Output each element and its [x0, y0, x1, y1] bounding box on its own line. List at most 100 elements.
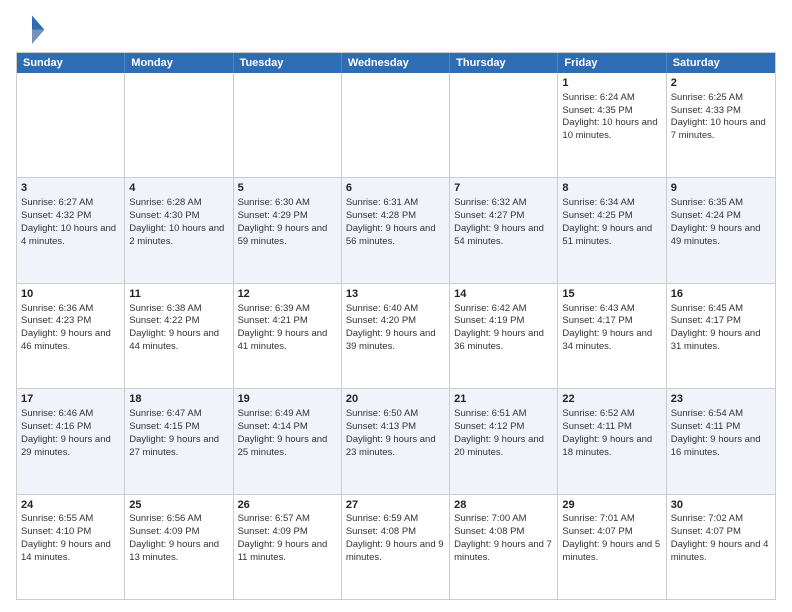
calendar-cell: 4Sunrise: 6:28 AMSunset: 4:30 PMDaylight…: [125, 178, 233, 282]
day-number: 22: [562, 392, 661, 407]
calendar-cell: 28Sunrise: 7:00 AMSunset: 4:08 PMDayligh…: [450, 495, 558, 599]
logo: [16, 12, 52, 44]
day-number: 25: [129, 498, 228, 513]
sunrise-text: Sunrise: 6:57 AM: [238, 513, 337, 526]
day-number: 29: [562, 498, 661, 513]
calendar-cell: 11Sunrise: 6:38 AMSunset: 4:22 PMDayligh…: [125, 284, 233, 388]
calendar-cell: 19Sunrise: 6:49 AMSunset: 4:14 PMDayligh…: [234, 389, 342, 493]
sunset-text: Sunset: 4:12 PM: [454, 421, 553, 434]
sunset-text: Sunset: 4:22 PM: [129, 315, 228, 328]
calendar-cell: 3Sunrise: 6:27 AMSunset: 4:32 PMDaylight…: [17, 178, 125, 282]
sunset-text: Sunset: 4:14 PM: [238, 421, 337, 434]
daylight-text: Daylight: 9 hours and 7 minutes.: [454, 539, 553, 565]
sunset-text: Sunset: 4:08 PM: [454, 526, 553, 539]
daylight-text: Daylight: 9 hours and 9 minutes.: [346, 539, 445, 565]
sunrise-text: Sunrise: 7:01 AM: [562, 513, 661, 526]
sunrise-text: Sunrise: 6:34 AM: [562, 197, 661, 210]
sunrise-text: Sunrise: 6:30 AM: [238, 197, 337, 210]
daylight-text: Daylight: 9 hours and 16 minutes.: [671, 434, 771, 460]
calendar-cell: 26Sunrise: 6:57 AMSunset: 4:09 PMDayligh…: [234, 495, 342, 599]
calendar-cell: 22Sunrise: 6:52 AMSunset: 4:11 PMDayligh…: [558, 389, 666, 493]
sunrise-text: Sunrise: 6:49 AM: [238, 408, 337, 421]
calendar-cell: 18Sunrise: 6:47 AMSunset: 4:15 PMDayligh…: [125, 389, 233, 493]
calendar-cell: 12Sunrise: 6:39 AMSunset: 4:21 PMDayligh…: [234, 284, 342, 388]
daylight-text: Daylight: 9 hours and 25 minutes.: [238, 434, 337, 460]
daylight-text: Daylight: 9 hours and 49 minutes.: [671, 223, 771, 249]
daylight-text: Daylight: 9 hours and 51 minutes.: [562, 223, 661, 249]
calendar-week-4: 17Sunrise: 6:46 AMSunset: 4:16 PMDayligh…: [17, 388, 775, 493]
sunset-text: Sunset: 4:35 PM: [562, 105, 661, 118]
calendar-cell: 13Sunrise: 6:40 AMSunset: 4:20 PMDayligh…: [342, 284, 450, 388]
sunrise-text: Sunrise: 6:51 AM: [454, 408, 553, 421]
daylight-text: Daylight: 10 hours and 2 minutes.: [129, 223, 228, 249]
calendar-body: 1Sunrise: 6:24 AMSunset: 4:35 PMDaylight…: [17, 73, 775, 599]
day-number: 23: [671, 392, 771, 407]
sunset-text: Sunset: 4:25 PM: [562, 210, 661, 223]
sunrise-text: Sunrise: 6:45 AM: [671, 303, 771, 316]
calendar-cell: 30Sunrise: 7:02 AMSunset: 4:07 PMDayligh…: [667, 495, 775, 599]
calendar-cell: 1Sunrise: 6:24 AMSunset: 4:35 PMDaylight…: [558, 73, 666, 177]
sunrise-text: Sunrise: 6:39 AM: [238, 303, 337, 316]
sunrise-text: Sunrise: 6:24 AM: [562, 92, 661, 105]
page: SundayMondayTuesdayWednesdayThursdayFrid…: [0, 0, 792, 612]
day-number: 12: [238, 287, 337, 302]
calendar-cell: [342, 73, 450, 177]
sunset-text: Sunset: 4:15 PM: [129, 421, 228, 434]
calendar-cell: 8Sunrise: 6:34 AMSunset: 4:25 PMDaylight…: [558, 178, 666, 282]
sunrise-text: Sunrise: 6:36 AM: [21, 303, 120, 316]
calendar: SundayMondayTuesdayWednesdayThursdayFrid…: [16, 52, 776, 600]
calendar-week-2: 3Sunrise: 6:27 AMSunset: 4:32 PMDaylight…: [17, 177, 775, 282]
daylight-text: Daylight: 9 hours and 27 minutes.: [129, 434, 228, 460]
day-number: 27: [346, 498, 445, 513]
daylight-text: Daylight: 9 hours and 14 minutes.: [21, 539, 120, 565]
daylight-text: Daylight: 9 hours and 39 minutes.: [346, 328, 445, 354]
sunset-text: Sunset: 4:07 PM: [562, 526, 661, 539]
sunrise-text: Sunrise: 6:52 AM: [562, 408, 661, 421]
calendar-header: SundayMondayTuesdayWednesdayThursdayFrid…: [17, 53, 775, 73]
day-number: 24: [21, 498, 120, 513]
daylight-text: Daylight: 9 hours and 23 minutes.: [346, 434, 445, 460]
sunset-text: Sunset: 4:11 PM: [671, 421, 771, 434]
daylight-text: Daylight: 10 hours and 7 minutes.: [671, 117, 771, 143]
calendar-cell: 23Sunrise: 6:54 AMSunset: 4:11 PMDayligh…: [667, 389, 775, 493]
sunset-text: Sunset: 4:27 PM: [454, 210, 553, 223]
sunset-text: Sunset: 4:29 PM: [238, 210, 337, 223]
day-number: 6: [346, 181, 445, 196]
daylight-text: Daylight: 9 hours and 36 minutes.: [454, 328, 553, 354]
sunset-text: Sunset: 4:32 PM: [21, 210, 120, 223]
day-number: 15: [562, 287, 661, 302]
day-number: 28: [454, 498, 553, 513]
sunset-text: Sunset: 4:09 PM: [238, 526, 337, 539]
sunrise-text: Sunrise: 6:38 AM: [129, 303, 228, 316]
sunrise-text: Sunrise: 6:35 AM: [671, 197, 771, 210]
sunset-text: Sunset: 4:09 PM: [129, 526, 228, 539]
daylight-text: Daylight: 9 hours and 54 minutes.: [454, 223, 553, 249]
daylight-text: Daylight: 9 hours and 18 minutes.: [562, 434, 661, 460]
day-number: 30: [671, 498, 771, 513]
calendar-cell: [125, 73, 233, 177]
day-number: 16: [671, 287, 771, 302]
sunset-text: Sunset: 4:33 PM: [671, 105, 771, 118]
calendar-cell: 15Sunrise: 6:43 AMSunset: 4:17 PMDayligh…: [558, 284, 666, 388]
daylight-text: Daylight: 9 hours and 59 minutes.: [238, 223, 337, 249]
sunrise-text: Sunrise: 6:47 AM: [129, 408, 228, 421]
sunset-text: Sunset: 4:13 PM: [346, 421, 445, 434]
sunset-text: Sunset: 4:19 PM: [454, 315, 553, 328]
header-day-monday: Monday: [125, 53, 233, 73]
day-number: 14: [454, 287, 553, 302]
calendar-cell: 20Sunrise: 6:50 AMSunset: 4:13 PMDayligh…: [342, 389, 450, 493]
calendar-cell: 25Sunrise: 6:56 AMSunset: 4:09 PMDayligh…: [125, 495, 233, 599]
daylight-text: Daylight: 9 hours and 5 minutes.: [562, 539, 661, 565]
day-number: 7: [454, 181, 553, 196]
sunset-text: Sunset: 4:17 PM: [671, 315, 771, 328]
daylight-text: Daylight: 9 hours and 31 minutes.: [671, 328, 771, 354]
daylight-text: Daylight: 10 hours and 4 minutes.: [21, 223, 120, 249]
daylight-text: Daylight: 9 hours and 56 minutes.: [346, 223, 445, 249]
day-number: 13: [346, 287, 445, 302]
header-day-sunday: Sunday: [17, 53, 125, 73]
calendar-cell: 14Sunrise: 6:42 AMSunset: 4:19 PMDayligh…: [450, 284, 558, 388]
calendar-week-5: 24Sunrise: 6:55 AMSunset: 4:10 PMDayligh…: [17, 494, 775, 599]
daylight-text: Daylight: 9 hours and 4 minutes.: [671, 539, 771, 565]
calendar-cell: 10Sunrise: 6:36 AMSunset: 4:23 PMDayligh…: [17, 284, 125, 388]
header-day-tuesday: Tuesday: [234, 53, 342, 73]
